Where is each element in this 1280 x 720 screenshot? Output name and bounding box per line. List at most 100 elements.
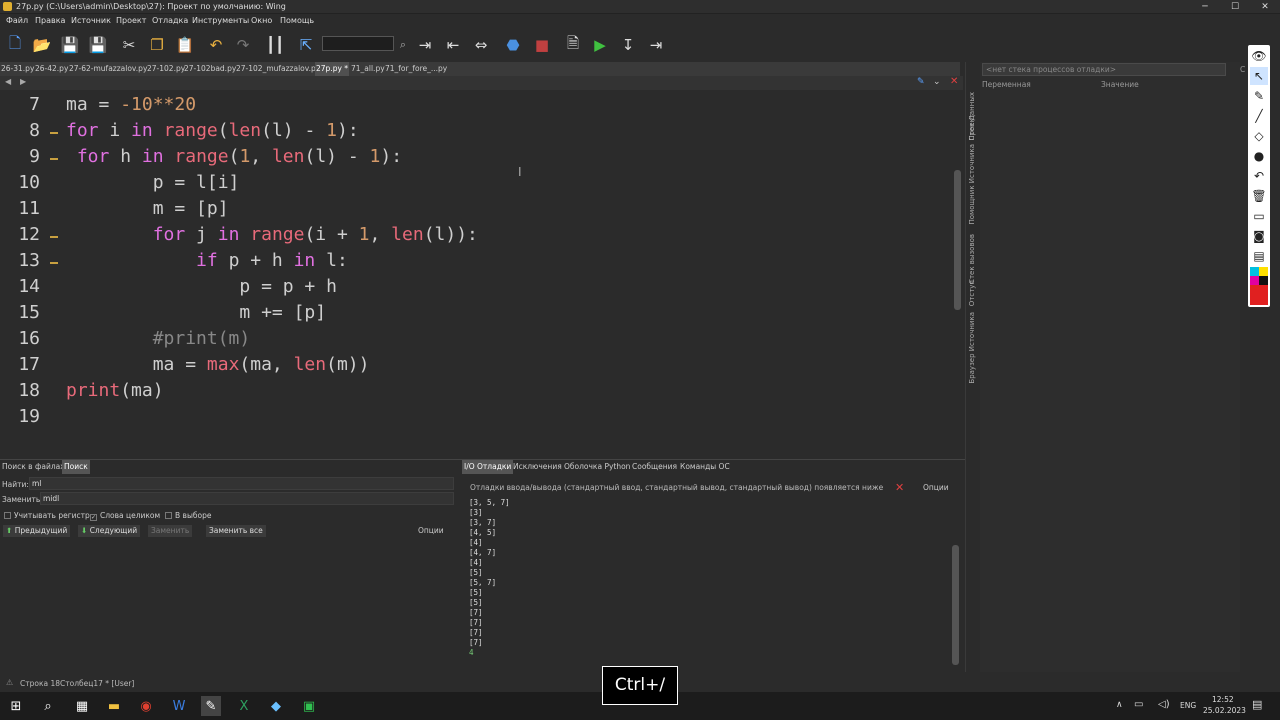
- copy-icon[interactable]: ❐: [146, 34, 168, 56]
- excel-icon[interactable]: X: [234, 696, 254, 716]
- pin-icon[interactable]: ✎: [917, 77, 925, 87]
- menu-window[interactable]: Окно: [251, 16, 272, 25]
- code-line[interactable]: m = [p]: [66, 198, 229, 219]
- debug-file-icon[interactable]: 🗎: [562, 34, 584, 56]
- green-app-icon[interactable]: ▣: [299, 696, 319, 716]
- in-selection-checkbox[interactable]: [165, 512, 172, 519]
- color-yellow[interactable]: [1259, 267, 1268, 276]
- match-case-option[interactable]: Учитывать регистр: [4, 511, 90, 520]
- tab-26-31[interactable]: 26-31.py: [0, 62, 35, 76]
- pen-icon[interactable]: ✎: [1250, 87, 1268, 105]
- code-line[interactable]: for i in range(len(l) - 1):: [66, 120, 359, 141]
- scroll-right-icon[interactable]: ▶: [20, 77, 26, 86]
- notes-icon[interactable]: ▤: [1250, 247, 1268, 265]
- chevron-down-icon[interactable]: ⌄: [933, 77, 941, 87]
- replace-input[interactable]: midl: [40, 492, 454, 505]
- save-icon[interactable]: 💾: [59, 34, 81, 56]
- tab-71-for-fore[interactable]: 71_for_fore_...py: [384, 62, 448, 76]
- windows-start-icon[interactable]: ⊞: [6, 696, 26, 716]
- color-cyan[interactable]: [1250, 267, 1259, 276]
- io-options-menu[interactable]: Опции: [923, 483, 949, 492]
- replace-button[interactable]: Заменить: [148, 525, 193, 537]
- search-icon[interactable]: ⌕: [392, 34, 414, 56]
- chrome-icon[interactable]: ◉: [136, 696, 156, 716]
- tray-chevron-icon[interactable]: ∧: [1116, 700, 1123, 710]
- trash-icon[interactable]: 🗑: [1250, 187, 1268, 205]
- save-all-icon[interactable]: 💾: [87, 34, 109, 56]
- code-line[interactable]: p = l[i]: [66, 172, 240, 193]
- open-folder-icon[interactable]: 📂: [31, 34, 53, 56]
- wing-taskbar-icon[interactable]: ✎: [201, 696, 221, 716]
- stop-icon[interactable]: ■: [531, 34, 553, 56]
- tab-exceptions[interactable]: Исключения: [511, 460, 564, 474]
- close-tab-icon[interactable]: ✕: [950, 76, 958, 87]
- fold-marker[interactable]: [50, 236, 58, 238]
- tab-source-browser[interactable]: Браузер Источника: [968, 312, 976, 384]
- stack-select[interactable]: <нет стека процессов отладки>: [982, 63, 1226, 76]
- whole-words-option[interactable]: ✓ Слова целиком: [90, 511, 160, 521]
- menu-tools[interactable]: Инструменты: [192, 16, 249, 25]
- tab-python-shell[interactable]: Оболочка Python: [562, 460, 632, 474]
- run-icon[interactable]: ▶: [589, 34, 611, 56]
- new-file-icon[interactable]: 🗋: [4, 34, 26, 56]
- tab-project[interactable]: Проект: [968, 114, 976, 141]
- paste-icon[interactable]: 📋: [174, 34, 196, 56]
- cut-icon[interactable]: ✂: [118, 34, 140, 56]
- app-icon[interactable]: ◆: [266, 696, 286, 716]
- tab-27-102bad[interactable]: 27-102bad.py: [183, 62, 237, 76]
- close-io-icon[interactable]: ✕: [895, 481, 904, 494]
- tab-call-stack[interactable]: Стек вызовов: [968, 234, 976, 284]
- eye-icon[interactable]: 👁: [1250, 47, 1268, 65]
- editor-scrollbar-thumb[interactable]: [954, 170, 961, 310]
- tab-71-all[interactable]: 71_all.py: [350, 62, 386, 76]
- menu-edit[interactable]: Правка: [35, 16, 65, 25]
- code-line[interactable]: print(ma): [66, 380, 164, 401]
- color-black[interactable]: [1259, 276, 1268, 285]
- code-line[interactable]: ma = max(ma, len(m)): [66, 354, 370, 375]
- code-line[interactable]: if p + h in l:: [66, 250, 348, 271]
- search-options-menu[interactable]: Опции: [418, 526, 444, 535]
- fold-marker[interactable]: [50, 132, 58, 134]
- tab-source-assistant[interactable]: Помощник Источника: [968, 144, 976, 225]
- tab-27-102-mufazzalov[interactable]: 27-102_mufazzalov.py: [235, 62, 321, 76]
- undo-icon[interactable]: ↶: [205, 34, 227, 56]
- search-taskbar-icon[interactable]: ⌕: [38, 696, 58, 716]
- network-icon[interactable]: ▭: [1134, 699, 1143, 710]
- tab-27p[interactable]: 27p.py *: [315, 62, 350, 76]
- menu-source[interactable]: Источник: [71, 16, 111, 25]
- step-out-icon[interactable]: ⇥: [645, 34, 667, 56]
- dot-icon[interactable]: ●: [1250, 147, 1268, 165]
- next-button[interactable]: ⬇ Следующий: [78, 525, 141, 537]
- whole-words-checkbox[interactable]: ✓: [90, 514, 97, 521]
- explorer-icon[interactable]: ▬: [104, 696, 124, 716]
- color-red[interactable]: [1250, 285, 1268, 305]
- task-view-icon[interactable]: ▦: [72, 696, 92, 716]
- menu-project[interactable]: Проект: [116, 16, 146, 25]
- in-selection-option[interactable]: В выборе: [165, 511, 211, 520]
- toolbar-search-input[interactable]: [322, 36, 394, 51]
- step-into-icon[interactable]: ↧: [617, 34, 639, 56]
- swap-indent-icon[interactable]: ⇔: [470, 34, 492, 56]
- indent-guides-icon[interactable]: ┃┃: [264, 34, 286, 56]
- tab-27-102[interactable]: 27-102.py: [146, 62, 186, 76]
- volume-icon[interactable]: ◁): [1158, 699, 1170, 710]
- code-line[interactable]: m += [p]: [66, 302, 326, 323]
- menu-debug[interactable]: Отладка: [152, 16, 188, 25]
- tab-os-commands[interactable]: Команды ОС: [678, 460, 732, 474]
- code-line[interactable]: #print(m): [66, 328, 251, 349]
- menu-file[interactable]: Файл: [6, 16, 28, 25]
- match-case-checkbox[interactable]: [4, 512, 11, 519]
- previous-button[interactable]: ⬆ Предыдущий: [3, 525, 71, 537]
- minimize-button[interactable]: ─: [1190, 0, 1220, 14]
- find-input[interactable]: ml: [29, 477, 454, 490]
- fold-marker[interactable]: [50, 262, 58, 264]
- fold-marker[interactable]: [50, 158, 58, 160]
- maximize-button[interactable]: ☐: [1220, 0, 1250, 14]
- code-editor[interactable]: ma = -10**20 for i in range(len(l) - 1): …: [62, 91, 950, 455]
- tab-debug-io[interactable]: I/O Отладки: [462, 460, 514, 474]
- word-icon[interactable]: W: [169, 696, 189, 716]
- tab-search-in-files[interactable]: Поиск в файлах: [0, 460, 67, 474]
- camera-icon[interactable]: ◙: [1250, 227, 1268, 245]
- replace-all-button[interactable]: Заменить все: [206, 525, 266, 537]
- code-line[interactable]: for h in range(1, len(l) - 1):: [66, 146, 402, 167]
